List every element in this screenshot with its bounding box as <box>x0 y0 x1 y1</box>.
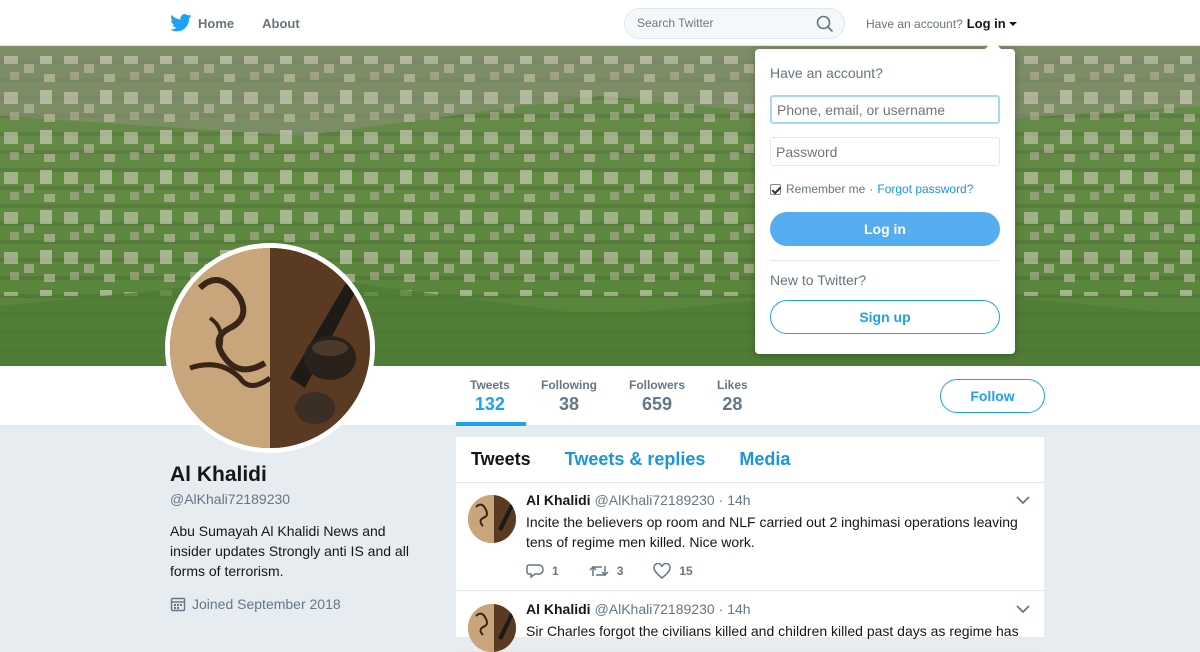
signup-button[interactable]: Sign up <box>770 300 1000 334</box>
stat-label: Followers <box>629 378 686 392</box>
tweet-author-name[interactable]: Al Khalidi <box>526 492 591 508</box>
stat-value: 28 <box>722 394 743 414</box>
stat-label: Following <box>541 378 597 392</box>
reply-count: 1 <box>552 564 559 578</box>
nav-about[interactable]: About <box>262 16 300 31</box>
stat-value: 132 <box>474 394 505 414</box>
remember-checkbox[interactable] <box>770 183 781 195</box>
tweet-avatar[interactable] <box>468 495 516 543</box>
retweet-count: 3 <box>616 564 624 578</box>
dropdown-title: Have an account? <box>770 65 883 81</box>
nav-home-label: Home <box>198 15 235 31</box>
tab-media[interactable]: Media <box>739 449 790 470</box>
chevron-down-icon[interactable] <box>1016 495 1030 505</box>
nav-about-label: About <box>262 15 300 31</box>
stat-following[interactable]: Following 38 <box>541 378 597 415</box>
tweet-author-handle[interactable]: @AlKhali72189230 <box>595 492 715 508</box>
heart-icon <box>653 563 672 579</box>
profile-joined: Joined September 2018 <box>170 596 341 612</box>
tweet-header: Al Khalidi @AlKhali72189230 · 14h <box>526 601 751 617</box>
new-to-twitter-label: New to Twitter? <box>770 272 867 288</box>
reply-icon <box>526 564 544 579</box>
search-input[interactable] <box>637 16 807 30</box>
tweet-avatar[interactable] <box>468 604 516 652</box>
stat-tweets[interactable]: Tweets 132 <box>470 378 510 415</box>
timeline-tabs: Tweets Tweets & replies Media <box>456 437 1044 483</box>
login-toggle-action[interactable]: Log in <box>967 16 1006 31</box>
calendar-icon <box>170 597 186 612</box>
login-toggle[interactable]: Have an account? Log in <box>866 16 1017 31</box>
profile-avatar[interactable] <box>165 243 375 453</box>
stat-value: 659 <box>641 394 673 414</box>
twitter-bird-icon <box>170 14 192 32</box>
retweet-icon <box>589 565 609 577</box>
retweet-action[interactable]: 3 <box>589 563 624 579</box>
timeline: Tweets Tweets & replies Media Al Khalidi… <box>456 437 1044 652</box>
login-toggle-prompt: Have an account? <box>866 16 963 31</box>
tweet-timestamp[interactable]: · 14h <box>719 601 751 617</box>
tab-tweets[interactable]: Tweets <box>471 449 531 470</box>
remember-label[interactable]: Remember me <box>786 182 865 196</box>
tweet-item[interactable]: Al Khalidi @AlKhali72189230 · 14h Sir Ch… <box>456 592 1044 652</box>
main-nav: Home About <box>170 0 328 46</box>
reply-action[interactable]: 1 <box>526 563 559 579</box>
tweet-author-name[interactable]: Al Khalidi <box>526 601 591 617</box>
nav-home[interactable]: Home <box>170 14 234 32</box>
login-button[interactable]: Log in <box>770 212 1000 246</box>
profile-handle[interactable]: @AlKhali72189230 <box>170 491 290 507</box>
avatar-calligraphy-image <box>468 495 516 543</box>
active-stat-indicator <box>456 422 526 426</box>
tweet-author-handle[interactable]: @AlKhali72189230 <box>595 601 715 617</box>
tweet-header: Al Khalidi @AlKhali72189230 · 14h <box>526 492 751 508</box>
stat-value: 38 <box>558 394 580 414</box>
forgot-password-link[interactable]: Forgot password? <box>877 182 973 196</box>
top-navigation-bar: Home About Have an account? Log in <box>0 0 1200 46</box>
like-action[interactable]: 15 <box>653 563 693 579</box>
search-icon[interactable] <box>816 15 834 33</box>
like-count: 15 <box>679 564 693 578</box>
stat-label: Tweets <box>470 378 510 392</box>
joined-text: Joined September 2018 <box>192 596 341 612</box>
password-field[interactable] <box>770 137 1000 166</box>
username-field[interactable] <box>770 95 1000 124</box>
tab-tweets-replies[interactable]: Tweets & replies <box>565 449 706 470</box>
chevron-down-icon <box>1008 22 1017 26</box>
stat-followers[interactable]: Followers 659 <box>629 378 685 415</box>
search-box[interactable] <box>624 8 845 39</box>
chevron-down-icon[interactable] <box>1016 604 1030 614</box>
dropdown-divider <box>770 260 1000 261</box>
stat-label: Likes <box>717 378 748 392</box>
login-dropdown: Have an account? Remember me · Forgot pa… <box>755 41 1015 354</box>
tweet-actions: 1 3 15 <box>526 563 723 579</box>
tweet-text: Sir Charles forgot the civilians killed … <box>526 623 1019 639</box>
stat-likes[interactable]: Likes 28 <box>717 378 748 415</box>
tweet-text: Incite the believers op room and NLF car… <box>526 514 1018 550</box>
tweet-item[interactable]: Al Khalidi @AlKhali72189230 · 14h Incite… <box>456 483 1044 591</box>
separator-dot: · <box>869 182 874 196</box>
follow-button[interactable]: Follow <box>940 379 1045 413</box>
profile-bio: Abu Sumayah Al Khalidi News and insider … <box>170 523 409 579</box>
avatar-calligraphy-image <box>468 604 516 652</box>
tweet-timestamp[interactable]: · 14h <box>719 492 751 508</box>
remember-row: Remember me · Forgot password? <box>770 182 973 196</box>
avatar-calligraphy-image <box>170 248 370 448</box>
profile-name[interactable]: Al Khalidi <box>170 463 267 487</box>
